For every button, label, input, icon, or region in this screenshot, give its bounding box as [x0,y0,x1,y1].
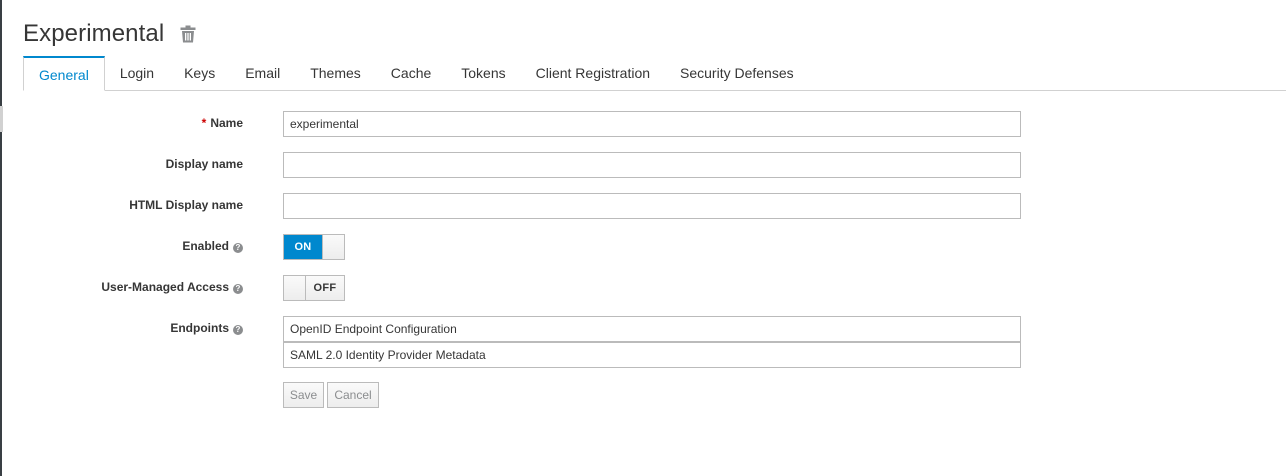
display-name-row: Display name [23,152,1023,178]
user-managed-access-toggle[interactable]: OFF [283,275,345,301]
cancel-button[interactable]: Cancel [327,382,379,408]
endpoints-row: Endpoints? OpenID Endpoint Configuration… [23,316,1023,368]
required-mark: * [201,116,207,130]
tab-general[interactable]: General [23,56,105,91]
user-managed-access-row: User-Managed Access? OFF [23,275,1023,301]
tab-themes[interactable]: Themes [295,56,376,90]
user-managed-access-label: User-Managed Access? [23,280,243,294]
form-actions: Save Cancel [23,382,1023,408]
tab-keys[interactable]: Keys [169,56,230,90]
tab-security-defenses[interactable]: Security Defenses [665,56,809,90]
question-circle-icon[interactable]: ? [233,284,243,294]
enabled-toggle[interactable]: ON [283,234,345,260]
tab-tokens[interactable]: Tokens [446,56,520,90]
toggle-knob [322,235,344,259]
trash-icon [180,25,196,43]
toggle-on-label: ON [284,235,322,259]
settings-tabs: General Login Keys Email Themes Cache To… [23,56,1286,91]
tab-login[interactable]: Login [105,56,169,90]
endpoints-label: Endpoints? [23,321,243,335]
openid-endpoint-link[interactable]: OpenID Endpoint Configuration [283,316,1021,342]
left-edge-border [0,0,2,476]
display-name-label: Display name [165,157,243,171]
left-edge-mark [0,106,3,132]
name-label: * Name [201,116,243,130]
delete-realm-button[interactable] [179,23,197,45]
html-display-name-input[interactable] [283,193,1021,219]
name-row: * Name [23,111,1023,137]
tab-client-registration[interactable]: Client Registration [521,56,665,90]
page-header: Experimental [23,18,197,50]
name-input[interactable] [283,111,1021,137]
save-button[interactable]: Save [283,382,324,408]
display-name-input[interactable] [283,152,1021,178]
page-title: Experimental [23,20,165,47]
question-circle-icon[interactable]: ? [233,325,243,335]
enabled-label: Enabled? [23,239,243,253]
html-display-name-row: HTML Display name [23,193,1023,219]
saml-metadata-link[interactable]: SAML 2.0 Identity Provider Metadata [283,342,1021,368]
toggle-knob [284,276,306,300]
enabled-row: Enabled? ON [23,234,1023,260]
tab-email[interactable]: Email [230,56,295,90]
html-display-name-label: HTML Display name [129,198,243,212]
toggle-off-label: OFF [306,276,344,300]
question-circle-icon[interactable]: ? [233,243,243,253]
tab-cache[interactable]: Cache [376,56,446,90]
